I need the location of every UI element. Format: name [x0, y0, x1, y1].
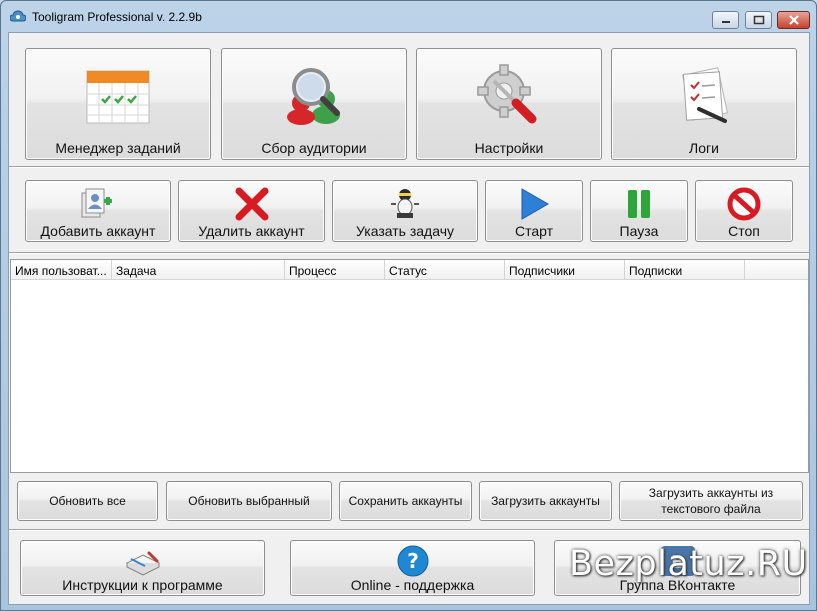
close-icon [788, 15, 799, 25]
robot-icon [391, 189, 419, 218]
column-header-status[interactable]: Статус [385, 260, 505, 280]
add-account-button[interactable]: Добавить аккаунт [25, 180, 171, 242]
maximize-icon [753, 15, 764, 25]
delete-account-label: Удалить аккаунт [198, 223, 305, 239]
play-icon [521, 188, 550, 220]
pause-icon [628, 190, 650, 218]
refresh-all-button[interactable]: Обновить все [17, 481, 158, 521]
delete-account-button[interactable]: Удалить аккаунт [178, 180, 325, 242]
calendar-icon [86, 70, 150, 124]
add-account-icon [81, 188, 112, 218]
start-label: Старт [514, 223, 554, 239]
main-panel: Менеджер заданий Сбор аудитории Настройк… [8, 32, 810, 605]
online-support-label: Online - поддержка [350, 577, 475, 593]
load-accounts-label: Загрузить аккаунты [491, 494, 600, 508]
accounts-table[interactable]: Имя пользоват... Задача Процесс Статус П… [10, 259, 809, 473]
stop-button[interactable]: Стоп [695, 180, 793, 242]
app-logo-icon [10, 10, 26, 22]
settings-label: Настройки [474, 140, 544, 156]
start-button[interactable]: Старт [485, 180, 583, 242]
load-from-text-file-button[interactable]: Загрузить аккаунты из текстового файла [619, 481, 803, 521]
checklist-pen-icon [682, 67, 728, 123]
column-header-task[interactable]: Задача [112, 260, 285, 280]
title-bar[interactable]: Tooligram Professional v. 2.2.9b [1, 1, 816, 31]
refresh-selected-label: Обновить выбранный [188, 494, 310, 508]
gear-screwdriver-icon [477, 64, 537, 124]
instructions-button[interactable]: Инструкции к программе [20, 540, 265, 596]
save-accounts-label: Сохранить аккаунты [348, 494, 463, 508]
help-icon: ? [397, 545, 428, 577]
separator [9, 166, 809, 168]
pause-label: Пауза [619, 223, 659, 239]
online-support-button[interactable]: ? Online - поддержка [290, 540, 535, 596]
settings-button[interactable]: Настройки [416, 48, 602, 160]
save-accounts-button[interactable]: Сохранить аккаунты [339, 481, 472, 521]
pause-button[interactable]: Пауза [590, 180, 688, 242]
task-manager-label: Менеджер заданий [55, 140, 181, 156]
maximize-button[interactable] [745, 11, 772, 29]
column-header-followers[interactable]: Подписчики [505, 260, 625, 280]
column-header-filler [745, 260, 808, 280]
minimize-button[interactable] [712, 11, 739, 29]
instructions-label: Инструкции к программе [62, 577, 223, 593]
app-window: Tooligram Professional v. 2.2.9b Менедже… [0, 0, 817, 611]
refresh-all-label: Обновить все [49, 494, 126, 508]
add-account-label: Добавить аккаунт [40, 223, 156, 239]
window-title: Tooligram Professional v. 2.2.9b [32, 10, 202, 24]
column-header-process[interactable]: Процесс [285, 260, 385, 280]
separator [9, 529, 809, 531]
load-from-text-file-label-line2: текстового файла [661, 502, 761, 516]
assign-task-label: Указать задачу [356, 223, 454, 239]
load-from-text-file-label: Загрузить аккаунты из текстового файла [620, 485, 802, 517]
magnifier-users-icon [287, 68, 340, 125]
minimize-icon [721, 21, 730, 23]
refresh-selected-button[interactable]: Обновить выбранный [166, 481, 332, 521]
stop-label: Стоп [728, 223, 760, 239]
load-accounts-button[interactable]: Загрузить аккаунты [479, 481, 612, 521]
task-manager-button[interactable]: Менеджер заданий [25, 48, 211, 160]
column-header-following[interactable]: Подписки [625, 260, 745, 280]
watermark: Bezplatuz.RU [569, 544, 808, 584]
book-icon [125, 551, 160, 576]
red-x-icon [235, 187, 268, 221]
logs-label: Логи [689, 140, 719, 156]
logs-button[interactable]: Логи [611, 48, 797, 160]
load-from-text-file-label-line1: Загрузить аккаунты из [648, 486, 774, 500]
close-button[interactable] [777, 11, 810, 29]
separator [9, 252, 809, 254]
svg-text:?: ? [407, 549, 419, 573]
assign-task-button[interactable]: Указать задачу [332, 180, 478, 242]
audience-collection-button[interactable]: Сбор аудитории [221, 48, 407, 160]
column-header-username[interactable]: Имя пользоват... [11, 260, 112, 280]
audience-collection-label: Сбор аудитории [261, 140, 367, 156]
stop-icon [727, 187, 761, 221]
